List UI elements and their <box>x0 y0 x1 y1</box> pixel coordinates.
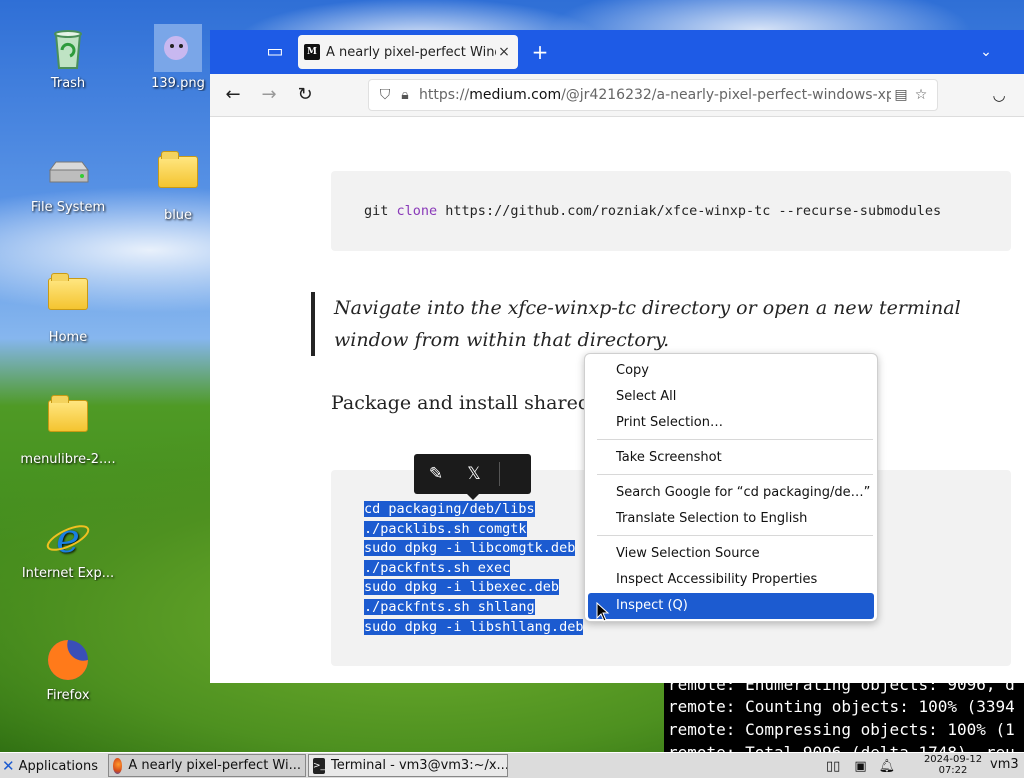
desktop-icon-label: Trash <box>50 76 86 91</box>
menu-separator <box>597 439 873 440</box>
clock[interactable]: 2024-09-12 07:22 <box>922 754 984 776</box>
selected-code-line[interactable]: ./packfnts.sh shllang <box>364 598 535 615</box>
desktop-icon-label: menulibre-2.... <box>20 452 116 467</box>
url-domain: medium.com <box>469 87 562 103</box>
system-tray: ▯▯ ▣ 🔔︎ <box>826 755 899 777</box>
terminal-line: remote: Total 9096 (delta 1748), reu <box>668 743 1015 752</box>
selected-code-line[interactable]: sudo dpkg -i libcomgtk.deb <box>364 540 576 557</box>
tab-medium-article[interactable]: M A nearly pixel-perfect Wind × <box>298 35 518 69</box>
selection-popup: ✎ 𝕏 <box>414 454 531 500</box>
taskbar: ✕ Applications A nearly pixel-perfect Wi… <box>0 752 1024 778</box>
menu-item-inspect-accessibility[interactable]: Inspect Accessibility Properties <box>588 567 874 593</box>
context-menu: Copy Select All Print Selection… Take Sc… <box>584 353 878 622</box>
popup-divider <box>499 462 500 486</box>
mouse-cursor-icon <box>596 602 610 622</box>
url-path: /@jr4216232/a-nearly-pixel-perfect-windo… <box>561 87 891 103</box>
firefox-icon <box>113 757 123 774</box>
desktop-icon-menulibre[interactable]: menulibre-2.... <box>18 392 118 467</box>
desktop-icon-home[interactable]: Home <box>18 270 118 345</box>
selected-code-line[interactable]: cd packaging/deb/libs <box>364 501 535 517</box>
selected-code-line[interactable]: ./packlibs.sh comgtk <box>364 520 527 537</box>
desktop-icon-firefox[interactable]: Firefox <box>18 636 118 703</box>
desktop-icon-internet-explorer[interactable]: e Internet Exp... <box>18 514 118 581</box>
selected-code-line[interactable]: ./packfnts.sh exec <box>364 559 511 576</box>
desktop-icon-label: Home <box>48 330 88 345</box>
blockquote-bar <box>311 292 315 356</box>
battery-icon[interactable]: ▣ <box>854 759 866 774</box>
selected-code-line[interactable]: sudo dpkg -i libexec.deb <box>364 579 560 596</box>
x-share-icon[interactable]: 𝕏 <box>455 454 493 494</box>
menu-item-view-selection-source[interactable]: View Selection Source <box>588 541 874 567</box>
menu-separator <box>597 474 873 475</box>
desktop-icon-label: File System <box>30 200 106 215</box>
terminal-line: remote: Counting objects: 100% (3394 <box>668 697 1015 716</box>
taskbar-item-firefox[interactable]: A nearly pixel-perfect Wi... <box>108 754 306 777</box>
new-tab-button[interactable]: + <box>528 35 552 69</box>
folder-icon <box>44 395 92 448</box>
lock-icon[interactable]: 🔒︎ <box>395 87 415 103</box>
tab-list-icon[interactable]: ▭ <box>256 35 294 69</box>
medium-favicon-icon: M <box>304 44 320 60</box>
clock-time: 07:22 <box>938 765 968 776</box>
workspace-switcher-icon[interactable]: ▯▯ <box>826 759 840 774</box>
forward-icon[interactable]: → <box>254 80 284 110</box>
trash-icon <box>44 24 92 72</box>
blockquote-text: Navigate into the xfce-winxp-tc director… <box>334 297 961 351</box>
terminal-line: remote: Compressing objects: 100% (1 <box>668 720 1015 739</box>
pocket-icon[interactable]: ◡ <box>984 80 1014 110</box>
reader-view-icon[interactable]: ▤ <box>891 87 911 103</box>
highlight-pencil-icon[interactable]: ✎ <box>417 454 455 494</box>
tab-bar: ▭ M A nearly pixel-perfect Wind × + ⌄ <box>210 30 1024 74</box>
internet-explorer-icon: e <box>44 514 92 562</box>
menu-item-inspect[interactable]: Inspect (Q) <box>588 593 874 619</box>
code-block-git-clone: git clone https://github.com/rozniak/xfc… <box>331 171 1011 251</box>
drive-icon <box>44 148 92 196</box>
desktop-icon-label: Firefox <box>46 688 90 703</box>
tab-title: A nearly pixel-perfect Wind <box>326 44 496 60</box>
taskbar-item-terminal[interactable]: >_ Terminal - vm3@vm3:~/x... <box>308 754 508 777</box>
menu-separator <box>597 535 873 536</box>
notification-bell-icon[interactable]: 🔔︎ <box>879 759 896 774</box>
xfce-logo-icon: ✕ <box>2 757 15 775</box>
menu-item-select-all[interactable]: Select All <box>588 384 874 410</box>
terminal-icon: >_ <box>313 757 326 774</box>
tab-close-icon[interactable]: × <box>496 44 512 60</box>
image-file-icon <box>154 24 202 72</box>
url-text[interactable]: https://medium.com/@jr4216232/a-nearly-p… <box>419 87 891 103</box>
chevron-down-icon[interactable]: ⌄ <box>974 35 998 69</box>
firefox-icon <box>44 636 92 684</box>
desktop-icon-label: Internet Exp... <box>21 566 115 581</box>
clock-date: 2024-09-12 <box>923 754 983 765</box>
taskbar-item-label: Terminal - vm3@vm3:~/x... <box>331 758 508 773</box>
desktop-icon-file-system[interactable]: File System <box>18 148 118 215</box>
selected-code-line[interactable]: sudo dpkg -i libshllang.deb <box>364 618 584 635</box>
folder-icon <box>44 273 92 326</box>
menu-item-search-google[interactable]: Search Google for “cd packaging/de…” <box>588 480 874 506</box>
menu-item-copy[interactable]: Copy <box>588 358 874 384</box>
taskbar-item-label: A nearly pixel-perfect Wi... <box>128 758 301 773</box>
paragraph-text: Package and install shared li <box>331 392 609 414</box>
menu-item-print-selection[interactable]: Print Selection… <box>588 410 874 436</box>
url-prefix: https:// <box>419 87 470 103</box>
terminal-window[interactable]: remote: Enumerating objects: 9096, d rem… <box>664 683 1024 752</box>
navigation-toolbar: ← → ↻ ⛉ 🔒︎ https://medium.com/@jr4216232… <box>210 74 1024 117</box>
menu-item-take-screenshot[interactable]: Take Screenshot <box>588 445 874 471</box>
menu-item-translate-selection[interactable]: Translate Selection to English <box>588 506 874 532</box>
user-name[interactable]: vm3 <box>990 757 1019 772</box>
back-icon[interactable]: ← <box>218 80 248 110</box>
svg-text:e: e <box>56 516 80 562</box>
bookmark-star-icon[interactable]: ☆ <box>911 87 931 103</box>
desktop-icon-trash[interactable]: Trash <box>18 24 118 91</box>
url-bar[interactable]: ⛉ 🔒︎ https://medium.com/@jr4216232/a-nea… <box>368 79 938 111</box>
shield-icon[interactable]: ⛉ <box>375 87 395 103</box>
applications-label: Applications <box>18 758 98 774</box>
terminal-line: remote: Enumerating objects: 9096, d <box>668 683 1015 694</box>
folder-icon <box>154 151 202 204</box>
applications-menu-button[interactable]: ✕ Applications <box>2 755 106 777</box>
code-line: git clone https://github.com/rozniak/xfc… <box>364 203 942 219</box>
reload-icon[interactable]: ↻ <box>290 80 320 110</box>
